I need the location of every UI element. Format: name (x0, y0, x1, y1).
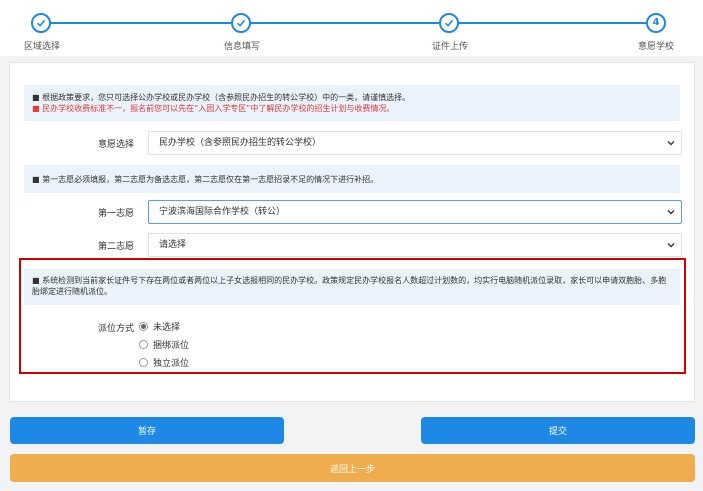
policy-notice: ■ 根据政策要求，您只可选择公办学校或民办学校（含参照民办招生的转公学校）中的一… (24, 85, 680, 121)
choice1-row: 第一志愿 宁波滨海国际合作学校（转公） (24, 200, 682, 224)
step-4-number: 4 (652, 17, 660, 28)
first-choice-value: 宁波滨海国际合作学校（转公） (159, 207, 286, 217)
policy-notice-line1: ■ 根据政策要求，您只可选择公办学校或民办学校（含参照民办招生的转公学校）中的一… (32, 93, 411, 102)
submit-button[interactable]: 提交 (421, 417, 695, 444)
step-1-label: 区域选择 (24, 42, 61, 52)
step-4-circle: 4 (646, 13, 666, 33)
choice1-label: 第一志愿 (97, 209, 134, 219)
step-3-label: 证件上传 (432, 42, 469, 52)
save-draft-label: 暂存 (137, 427, 156, 437)
progress-stepper: 4 区域选择 信息填写 证件上传 意愿学校 (0, 0, 703, 56)
intention-row: 意愿选择 民办学校（含参照民办招生的转公学校） (24, 131, 682, 155)
policy-notice-line2: ■ 民办学校收费标准不一，报名前您可以先在“入园入学专区”中了解民办学校的招生计… (32, 104, 395, 113)
step-1-check-icon (31, 13, 51, 33)
step-2-check-icon (231, 13, 251, 33)
second-choice-value: 请选择 (159, 240, 187, 250)
choice2-label: 第二志愿 (97, 242, 134, 252)
choice2-row: 第二志愿 请选择 (24, 233, 682, 257)
save-draft-button[interactable]: 暂存 (10, 417, 284, 444)
intention-label: 意愿选择 (97, 140, 134, 150)
stepper-line (41, 22, 656, 24)
back-button[interactable]: 返回上一步 (10, 454, 695, 482)
step-4-label: 意愿学校 (638, 42, 675, 52)
second-choice-select[interactable]: 请选择 (148, 233, 682, 257)
choice-notice: ■ 第一志愿必须填报，第二志愿为备选志愿，第二志愿仅在第一志愿招录不足的情况下进… (24, 165, 680, 193)
back-label: 返回上一步 (329, 464, 375, 475)
highlight-frame (19, 258, 686, 374)
chevron-down-icon (667, 243, 675, 248)
intention-select-value: 民办学校（含参照民办招生的转公学校） (159, 138, 322, 148)
step-2-label: 信息填写 (224, 42, 261, 52)
chevron-down-icon (667, 210, 675, 215)
step-3-check-icon (439, 13, 459, 33)
choice-notice-text: ■ 第一志愿必须填报，第二志愿为备选志愿，第二志愿仅在第一志愿招录不足的情况下进… (32, 175, 379, 184)
intention-select[interactable]: 民办学校（含参照民办招生的转公学校） (148, 131, 682, 155)
first-choice-select[interactable]: 宁波滨海国际合作学校（转公） (148, 200, 682, 224)
chevron-down-icon (667, 141, 675, 146)
submit-label: 提交 (548, 427, 567, 437)
